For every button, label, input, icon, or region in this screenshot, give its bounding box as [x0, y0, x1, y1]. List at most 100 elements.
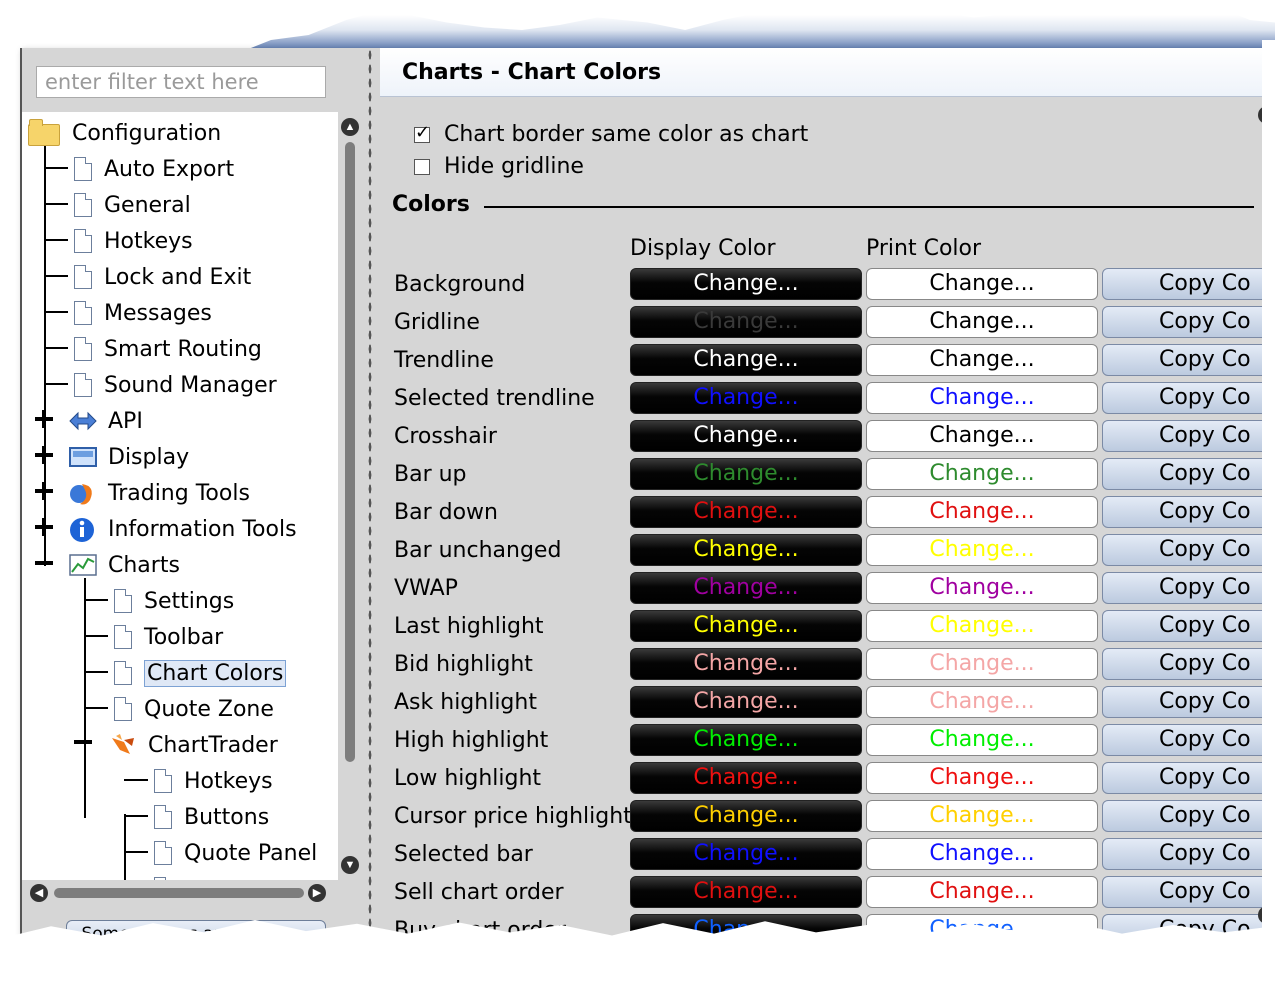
print-color-change-button[interactable]: Change... — [866, 458, 1098, 490]
checkbox-unchecked-icon[interactable] — [414, 158, 430, 175]
display-color-change-button[interactable]: Change... — [630, 306, 862, 338]
tree-node-smart-routing[interactable]: Smart Routing — [72, 332, 262, 366]
display-color-change-button[interactable]: Change... — [630, 800, 862, 832]
tree-node-general[interactable]: General — [72, 188, 191, 222]
tree-node-charts[interactable]: Charts — [68, 548, 180, 582]
copy-color-button[interactable]: Copy Co — [1102, 306, 1272, 338]
tree-node-settings[interactable]: Settings — [112, 584, 234, 618]
copy-color-button[interactable]: Copy Co — [1102, 838, 1272, 870]
copy-color-button[interactable]: Copy Co — [1102, 800, 1272, 832]
document-icon — [152, 876, 174, 880]
tree-node-auto-export[interactable]: Auto Export — [72, 152, 234, 186]
document-icon — [72, 264, 94, 290]
copy-color-button[interactable]: Copy Co — [1102, 344, 1272, 376]
tree-node-configuration[interactable]: Configuration — [28, 116, 222, 150]
scroll-down-icon[interactable]: ▼ — [341, 856, 359, 874]
display-color-change-button[interactable]: Change... — [630, 344, 862, 376]
display-color-change-button[interactable]: Change... — [630, 724, 862, 756]
copy-color-button[interactable]: Copy Co — [1102, 268, 1272, 300]
tree-node-quote-zone[interactable]: Quote Zone — [112, 692, 274, 726]
print-color-change-button[interactable]: Change... — [866, 268, 1098, 300]
print-color-change-button[interactable]: Change... — [866, 306, 1098, 338]
display-color-change-button[interactable]: Change... — [630, 458, 862, 490]
display-color-change-button[interactable]: Change... — [630, 648, 862, 680]
display-color-change-button[interactable]: Change... — [630, 610, 862, 642]
print-color-change-button[interactable]: Change... — [866, 496, 1098, 528]
print-color-change-button[interactable]: Change... — [866, 344, 1098, 376]
display-color-change-button[interactable]: Change... — [630, 876, 862, 908]
copy-color-button[interactable]: Copy Co — [1102, 648, 1272, 680]
chart-icon — [68, 552, 98, 578]
copy-color-button[interactable]: Copy Co — [1102, 420, 1272, 452]
copy-color-button[interactable]: Copy Co — [1102, 610, 1272, 642]
collapse-icon[interactable] — [74, 740, 92, 744]
display-color-change-button[interactable]: Change... — [630, 382, 862, 414]
checkbox-checked-icon[interactable] — [414, 122, 430, 143]
copy-color-button[interactable]: Copy Co — [1102, 382, 1272, 414]
copy-color-button[interactable]: Copy Co — [1102, 876, 1272, 908]
print-color-change-button[interactable]: Change... — [866, 572, 1098, 604]
hide-gridline-checkbox[interactable]: Hide gridline — [414, 154, 584, 179]
print-color-change-button[interactable]: Change... — [866, 800, 1098, 832]
copy-color-button[interactable]: Copy Co — [1102, 458, 1272, 490]
tree-node-label: API — [108, 408, 143, 434]
display-color-change-button[interactable]: Change... — [630, 420, 862, 452]
scroll-right-icon[interactable]: ▶ — [308, 884, 326, 902]
expand-icon[interactable] — [35, 482, 53, 500]
tree-node-messages[interactable]: Messages — [72, 296, 212, 330]
tree-node-api[interactable]: API — [68, 404, 143, 438]
print-color-change-button[interactable]: Change... — [866, 724, 1098, 756]
expand-icon[interactable] — [35, 446, 53, 464]
copy-color-button[interactable]: Copy Co — [1102, 534, 1272, 566]
tree-node-sound-manager[interactable]: Sound Manager — [72, 368, 277, 402]
expand-icon[interactable] — [35, 410, 53, 428]
tree-node-trading-tools[interactable]: Trading Tools — [68, 476, 250, 510]
tree-node-charttrader[interactable]: ChartTrader — [108, 728, 278, 762]
tree-node-ct-hotkeys[interactable]: Hotkeys — [152, 764, 273, 798]
tree-node-information-tools[interactable]: Information Tools — [68, 512, 297, 546]
print-color-change-button[interactable]: Change... — [866, 534, 1098, 566]
tree-node-label: Configuration — [72, 120, 222, 146]
tree-node-chart-colors[interactable]: Chart Colors — [112, 656, 287, 690]
copy-color-button[interactable]: Copy Co — [1102, 572, 1272, 604]
print-color-change-button[interactable]: Change... — [866, 420, 1098, 452]
display-color-change-button[interactable]: Change... — [630, 572, 862, 604]
print-color-change-button[interactable]: Change... — [866, 876, 1098, 908]
print-color-change-button[interactable]: Change... — [866, 610, 1098, 642]
display-color-change-button[interactable]: Change... — [630, 496, 862, 528]
copy-color-button[interactable]: Copy Co — [1102, 762, 1272, 794]
tree-node-toolbar[interactable]: Toolbar — [112, 620, 223, 654]
print-color-change-button[interactable]: Change... — [866, 686, 1098, 718]
scroll-thumb[interactable] — [54, 888, 304, 898]
scroll-thumb[interactable] — [345, 142, 355, 762]
tree-node-label: Display — [108, 444, 190, 470]
print-color-change-button[interactable]: Change... — [866, 838, 1098, 870]
filter-input[interactable]: enter filter text here — [36, 66, 326, 98]
display-color-change-button[interactable]: Change... — [630, 534, 862, 566]
print-color-change-button[interactable]: Change... — [866, 762, 1098, 794]
scroll-up-icon[interactable]: ▲ — [341, 118, 359, 136]
panel-splitter[interactable] — [368, 48, 372, 948]
copy-color-button[interactable]: Copy Co — [1102, 496, 1272, 528]
copy-color-button[interactable]: Copy Co — [1102, 724, 1272, 756]
copy-color-button[interactable]: Copy Co — [1102, 686, 1272, 718]
config-sidebar: enter filter text here Configuration Aut… — [22, 48, 360, 948]
chart-border-checkbox[interactable]: Chart border same color as chart — [414, 122, 808, 147]
tree-node-display[interactable]: Display — [68, 440, 189, 474]
tree-vertical-scrollbar[interactable]: ▲ ▼ — [340, 112, 360, 880]
tree-horizontal-scrollbar[interactable]: ◀ ▶ — [30, 882, 330, 904]
scroll-left-icon[interactable]: ◀ — [30, 884, 48, 902]
display-color-change-button[interactable]: Change... — [630, 268, 862, 300]
tree-node-hotkeys[interactable]: Hotkeys — [72, 224, 193, 258]
tree-node-ct-buttons[interactable]: Buttons — [152, 800, 269, 834]
document-icon — [112, 660, 134, 686]
tree-node-ct-quote-panel[interactable]: Quote Panel — [152, 836, 317, 870]
display-color-change-button[interactable]: Change... — [630, 838, 862, 870]
expand-icon[interactable] — [35, 518, 53, 536]
print-color-change-button[interactable]: Change... — [866, 648, 1098, 680]
tree-node-lock-and-exit[interactable]: Lock and Exit — [72, 260, 251, 294]
collapse-icon[interactable] — [35, 561, 53, 565]
display-color-change-button[interactable]: Change... — [630, 686, 862, 718]
print-color-change-button[interactable]: Change... — [866, 382, 1098, 414]
display-color-change-button[interactable]: Change... — [630, 762, 862, 794]
